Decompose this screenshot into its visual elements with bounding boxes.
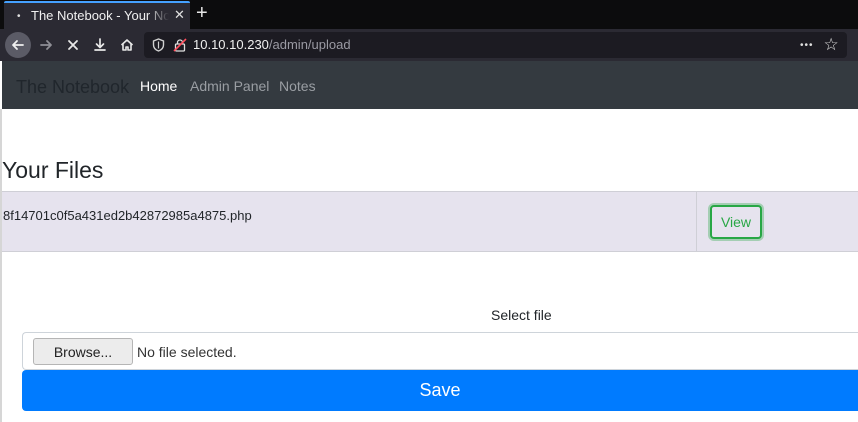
cell-divider [696,192,697,251]
back-button[interactable] [5,32,31,58]
file-status-text: No file selected. [137,344,237,360]
page-actions-menu-icon[interactable]: ••• [800,40,814,51]
site-navbar: The Notebook Home Admin Panel Notes [2,61,858,109]
insecure-lock-icon[interactable] [173,38,187,52]
tab-close-icon[interactable]: ✕ [174,7,185,23]
browser-tab-bar: • The Notebook - Your Notebook ✕ + [0,0,858,29]
nav-link-home[interactable]: Home [140,78,177,94]
bookmark-star-icon[interactable]: ☆ [824,35,839,55]
home-button[interactable] [114,29,140,61]
tab-title: The Notebook - Your Notebook [31,8,169,23]
url-text[interactable]: 10.10.10.230/admin/upload [193,37,351,52]
nav-link-notes[interactable]: Notes [279,78,316,94]
browser-toolbar: 10.10.10.230/admin/upload ••• ☆ [0,29,858,61]
forward-button[interactable] [33,29,59,61]
arrow-left-icon [12,40,24,50]
browser-tab[interactable]: • The Notebook - Your Notebook ✕ [4,1,190,29]
files-table: 8f14701c0f5a431ed2b42872985a4875.php Vie… [2,191,858,252]
file-name-cell: 8f14701c0f5a431ed2b42872985a4875.php [3,208,252,223]
download-icon [94,38,106,51]
page-title: Your Files [2,157,104,183]
select-file-label: Select file [491,307,552,323]
view-file-button[interactable]: View [710,205,762,239]
file-input[interactable]: Browse... No file selected. [22,332,858,370]
page-edge-divider [0,109,2,422]
nav-link-admin-panel[interactable]: Admin Panel [190,78,269,94]
close-icon [68,40,78,50]
stop-button[interactable] [60,29,86,61]
url-path: /admin/upload [268,37,351,52]
arrow-right-icon [40,40,52,50]
url-host: 10.10.10.230 [193,37,269,52]
site-brand[interactable]: The Notebook [16,77,129,98]
save-button[interactable]: Save [22,370,858,411]
new-tab-button[interactable]: + [196,1,208,25]
downloads-button[interactable] [87,29,113,61]
shield-icon [152,38,165,52]
page-actions: ••• ☆ [800,32,839,58]
tab-loading-dot-icon: • [17,11,21,22]
browse-button[interactable]: Browse... [33,338,133,365]
home-icon [120,39,134,51]
address-bar[interactable]: 10.10.10.230/admin/upload ••• ☆ [144,32,847,58]
